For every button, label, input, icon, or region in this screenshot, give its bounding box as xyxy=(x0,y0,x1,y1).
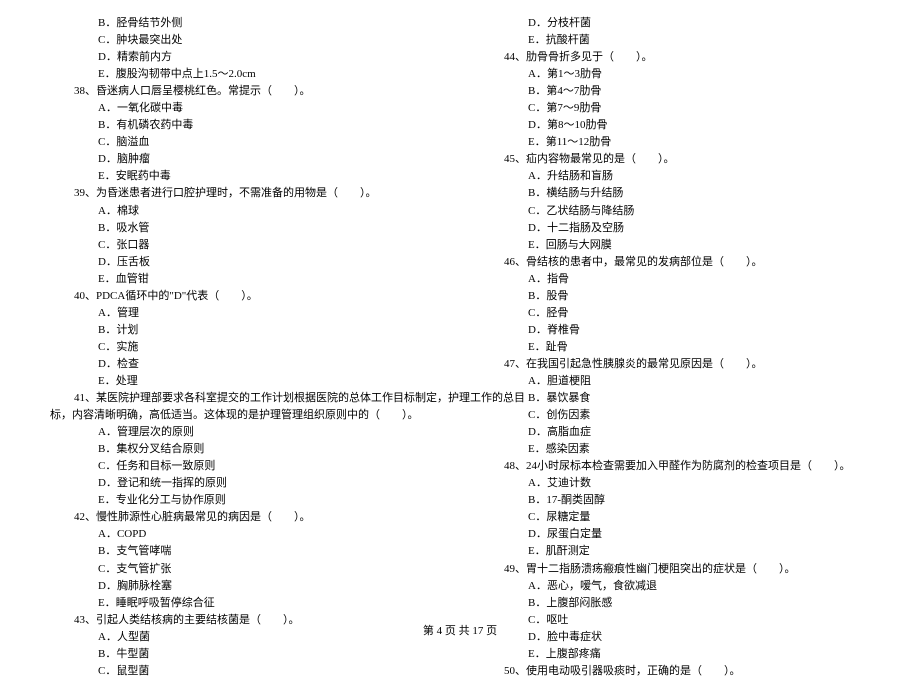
option: E．处理 xyxy=(50,373,440,390)
option: A．棉球 xyxy=(50,203,440,220)
option: E．上腹部疼痛 xyxy=(480,646,870,663)
option: E．回肠与大网膜 xyxy=(480,237,870,254)
option: E．第11～12肋骨 xyxy=(480,134,870,151)
option: D．十二指肠及空肠 xyxy=(480,220,870,237)
option: C．第7～9肋骨 xyxy=(480,100,870,117)
question-41-stem-2: 标，内容清晰明确，高低适当。这体现的是护理管理组织原则中的（ ）。 xyxy=(50,407,440,424)
question-39-stem: 39、为昏迷患者进行口腔护理时，不需准备的用物是（ ）。 xyxy=(50,185,440,202)
option: C．肿块最突出处 xyxy=(50,32,440,49)
option: E．趾骨 xyxy=(480,339,870,356)
right-column: D．分枝杆菌 E．抗酸杆菌 44、肋骨骨折多见于（ ）。 A．第1～3肋骨 B．… xyxy=(460,15,870,680)
option: A．管理层次的原则 xyxy=(50,424,440,441)
option: E．血管钳 xyxy=(50,271,440,288)
option: C．实施 xyxy=(50,339,440,356)
option: E．睡眠呼吸暂停综合征 xyxy=(50,595,440,612)
option: B．吸水管 xyxy=(50,220,440,237)
question-47-stem: 47、在我国引起急性胰腺炎的最常见原因是（ ）。 xyxy=(480,356,870,373)
option: E．肌酐测定 xyxy=(480,543,870,560)
option: B．计划 xyxy=(50,322,440,339)
option: A．COPD xyxy=(50,526,440,543)
option: A．恶心，嗳气，食欲减退 xyxy=(480,578,870,595)
option: B．17-酮类固醇 xyxy=(480,492,870,509)
question-42-stem: 42、慢性肺源性心脏病最常见的病因是（ ）。 xyxy=(50,509,440,526)
option: B．上腹部闷胀感 xyxy=(480,595,870,612)
option: A．管理 xyxy=(50,305,440,322)
option: D．尿蛋白定量 xyxy=(480,526,870,543)
question-49-stem: 49、胃十二指肠溃疡瘢痕性幽门梗阻突出的症状是（ ）。 xyxy=(480,561,870,578)
option: C．张口器 xyxy=(50,237,440,254)
option: C．尿糖定量 xyxy=(480,509,870,526)
option: E．抗酸杆菌 xyxy=(480,32,870,49)
option: B．集权分叉结合原则 xyxy=(50,441,440,458)
option: B．股骨 xyxy=(480,288,870,305)
option: B．横结肠与升结肠 xyxy=(480,185,870,202)
option: A．第1～3肋骨 xyxy=(480,66,870,83)
option: A．升结肠和盲肠 xyxy=(480,168,870,185)
option: D．检查 xyxy=(50,356,440,373)
option: C．胫骨 xyxy=(480,305,870,322)
question-45-stem: 45、疝内容物最常见的是（ ）。 xyxy=(480,151,870,168)
option: C．乙状结肠与降结肠 xyxy=(480,203,870,220)
option: C．创伤因素 xyxy=(480,407,870,424)
option: B．牛型菌 xyxy=(50,646,440,663)
option: D．脑肿瘤 xyxy=(50,151,440,168)
option: D．高脂血症 xyxy=(480,424,870,441)
left-column: B．胫骨结节外侧 C．肿块最突出处 D．精索前内方 E．腹股沟韧带中点上1.5～… xyxy=(50,15,460,680)
option: C．鼠型菌 xyxy=(50,663,440,680)
page-footer: 第 4 页 共 17 页 xyxy=(0,622,920,638)
option: D．脊椎骨 xyxy=(480,322,870,339)
question-48-stem: 48、24小时尿标本检查需要加入甲醛作为防腐剂的检查项目是（ ）。 xyxy=(480,458,870,475)
option: D．分枝杆菌 xyxy=(480,15,870,32)
option: E．腹股沟韧带中点上1.5～2.0cm xyxy=(50,66,440,83)
option: D．登记和统一指挥的原则 xyxy=(50,475,440,492)
option: D．胸肺脉栓塞 xyxy=(50,578,440,595)
question-41-stem-1: 41、某医院护理部要求各科室提交的工作计划根据医院的总体工作目标制定，护理工作的… xyxy=(50,390,440,407)
question-46-stem: 46、骨结核的患者中，最常见的发病部位是（ ）。 xyxy=(480,254,870,271)
option: A．一氧化碳中毒 xyxy=(50,100,440,117)
option: C．支气管扩张 xyxy=(50,561,440,578)
option: B．第4～7肋骨 xyxy=(480,83,870,100)
option: D．精索前内方 xyxy=(50,49,440,66)
option: D．压舌板 xyxy=(50,254,440,271)
question-40-stem: 40、PDCA循环中的"D"代表（ ）。 xyxy=(50,288,440,305)
option: E．专业化分工与协作原则 xyxy=(50,492,440,509)
option: D．第8～10肋骨 xyxy=(480,117,870,134)
question-50-stem: 50、使用电动吸引器吸痰时，正确的是（ ）。 xyxy=(480,663,870,680)
question-38-stem: 38、昏迷病人口唇呈樱桃红色。常提示（ ）。 xyxy=(50,83,440,100)
option: C．脑溢血 xyxy=(50,134,440,151)
option: B．胫骨结节外侧 xyxy=(50,15,440,32)
option: B．有机磷农药中毒 xyxy=(50,117,440,134)
option: B．暴饮暴食 xyxy=(480,390,870,407)
option: C．任务和目标一致原则 xyxy=(50,458,440,475)
option: A．胆道梗阻 xyxy=(480,373,870,390)
option: E．安眠药中毒 xyxy=(50,168,440,185)
option: A．指骨 xyxy=(480,271,870,288)
question-44-stem: 44、肋骨骨折多见于（ ）。 xyxy=(480,49,870,66)
option: E．感染因素 xyxy=(480,441,870,458)
option: B．支气管哮喘 xyxy=(50,543,440,560)
option: A．艾迪计数 xyxy=(480,475,870,492)
